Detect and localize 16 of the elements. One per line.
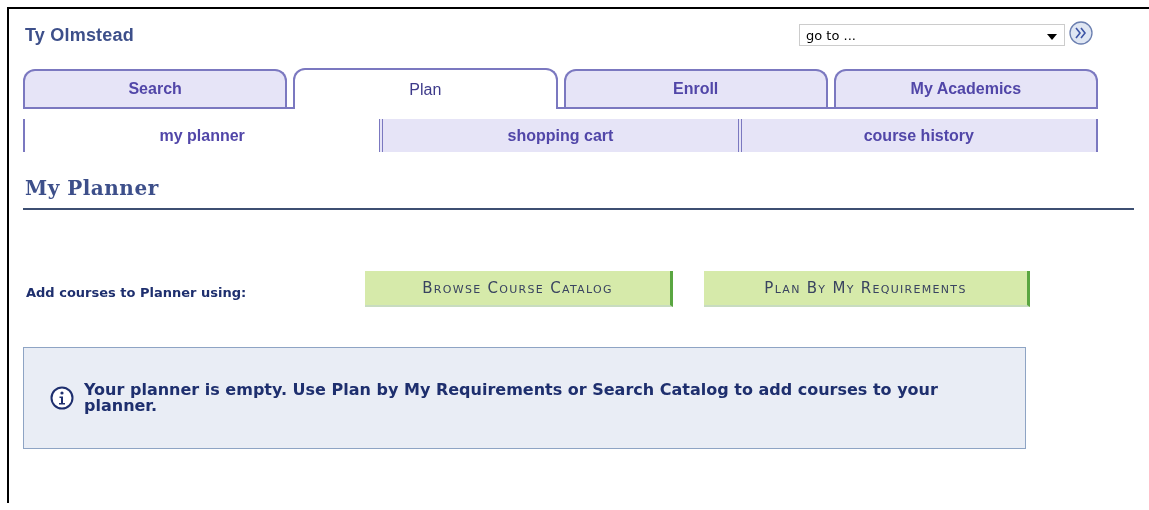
- subtab[interactable]: shopping cart: [379, 119, 738, 152]
- add-courses-label: Add courses to Planner using:: [25, 284, 248, 300]
- action-button[interactable]: Browse Course Catalog: [365, 271, 673, 307]
- subtab[interactable]: course history: [737, 119, 1098, 152]
- page-title: My Planner: [23, 176, 1134, 210]
- user-name: Ty Olmstead: [25, 24, 135, 46]
- go-button[interactable]: [1069, 21, 1093, 45]
- info-icon: [50, 386, 74, 410]
- tab[interactable]: Search: [23, 69, 288, 107]
- dropdown-arrow-icon: [1046, 33, 1058, 41]
- tab[interactable]: My Academics: [833, 69, 1098, 107]
- goto-dropdown[interactable]: go to ...: [799, 24, 1065, 46]
- info-message: Your planner is empty. Use Plan by My Requirements or Search Catalog to add courses to your planner.: [84, 382, 939, 414]
- tab[interactable]: Plan: [293, 68, 558, 109]
- tab[interactable]: Enroll: [563, 69, 828, 107]
- action-button[interactable]: Plan By My Requirements: [704, 271, 1030, 307]
